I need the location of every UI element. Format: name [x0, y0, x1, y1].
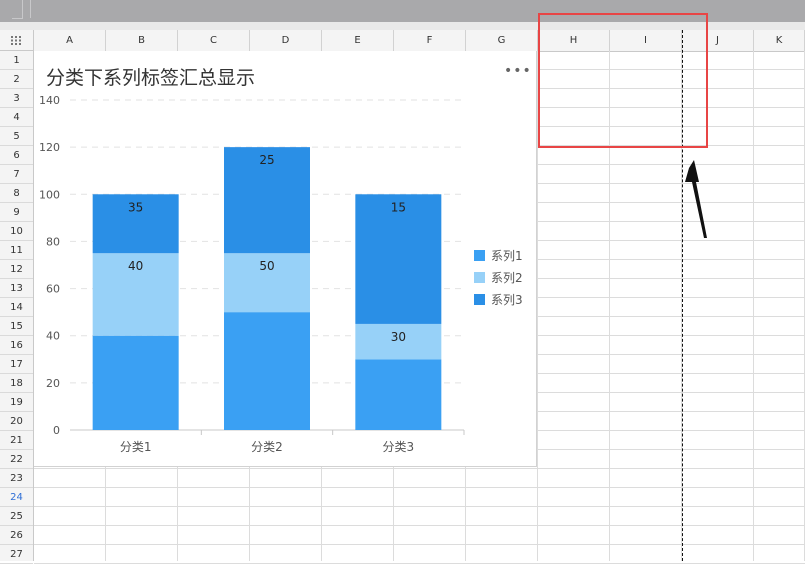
column-header-k[interactable]: K	[754, 30, 805, 51]
row-header-9[interactable]: 9	[0, 203, 33, 222]
legend-swatch	[474, 250, 485, 261]
y-tick-label: 20	[46, 377, 60, 390]
grid-row-line	[34, 487, 805, 488]
toolbar-notch	[12, 0, 23, 19]
y-tick-label: 140	[39, 94, 60, 107]
column-header-c[interactable]: C	[178, 30, 250, 51]
grid-dots-icon	[11, 36, 21, 45]
data-label: 40	[128, 259, 143, 273]
data-label: 30	[391, 330, 406, 344]
y-tick-label: 40	[46, 330, 60, 343]
row-header-16[interactable]: 16	[0, 336, 33, 355]
row-header-27[interactable]: 27	[0, 545, 33, 564]
column-header-d[interactable]: D	[250, 30, 322, 51]
toolbar-notch	[30, 0, 41, 18]
legend-swatch	[474, 272, 485, 283]
legend-label: 系列2	[491, 271, 523, 285]
bar-segment	[92, 335, 179, 430]
data-label: 25	[259, 153, 274, 167]
column-header-e[interactable]: E	[322, 30, 394, 51]
row-header-26[interactable]: 26	[0, 526, 33, 545]
data-label: 35	[128, 200, 143, 214]
annotation-arrow-icon	[685, 160, 707, 238]
y-tick-label: 0	[53, 424, 60, 437]
bar-segment	[355, 359, 442, 430]
y-tick-label: 80	[46, 235, 60, 248]
row-header-25[interactable]: 25	[0, 507, 33, 526]
row-header-10[interactable]: 10	[0, 222, 33, 241]
select-all-corner[interactable]	[0, 30, 34, 51]
row-header-1[interactable]: 1	[0, 51, 33, 70]
row-header-bar: 1 2 3 4 5 6 7 8 9 10 11 12 13 14 15 16 17 18 19 20 21 22 23 24 2…	[0, 51, 34, 564]
row-header-6[interactable]: 6	[0, 146, 33, 165]
annotation-highlight-box	[538, 13, 708, 148]
row-header-23[interactable]: 23	[0, 469, 33, 488]
row-header-21[interactable]: 21	[0, 431, 33, 450]
row-header-19[interactable]: 19	[0, 393, 33, 412]
row-header-20[interactable]: 20	[0, 412, 33, 431]
column-header-a[interactable]: A	[34, 30, 106, 51]
row-header-8[interactable]: 8	[0, 184, 33, 203]
column-header-b[interactable]: B	[106, 30, 178, 51]
y-tick-label: 120	[39, 141, 60, 154]
row-header-13[interactable]: 13	[0, 279, 33, 298]
y-tick-label: 100	[39, 188, 60, 201]
x-tick-label: 分类2	[251, 440, 283, 454]
chart-plot: 0 20 40 60 80 100 120 140 40 35 分类1 50 25 分类2 30 15 分类3 系…	[39, 94, 523, 454]
row-header-3[interactable]: 3	[0, 89, 33, 108]
bar-segment	[224, 312, 310, 430]
row-header-22[interactable]: 22	[0, 450, 33, 469]
grid-row-line	[34, 544, 805, 545]
y-tick-label: 60	[46, 283, 60, 296]
stacked-bar-chart[interactable]: 分类下系列标签汇总显示 ••• 0 20 40 60 80 100 120 140 40 35 分类…	[34, 51, 537, 467]
row-header-24[interactable]: 24	[0, 488, 33, 507]
x-tick-label: 分类3	[383, 440, 415, 454]
column-header-f[interactable]: F	[394, 30, 466, 51]
grid-row-line	[34, 525, 805, 526]
x-tick-label: 分类1	[120, 440, 152, 454]
row-header-2[interactable]: 2	[0, 70, 33, 89]
row-header-4[interactable]: 4	[0, 108, 33, 127]
row-header-11[interactable]: 11	[0, 241, 33, 260]
row-header-7[interactable]: 7	[0, 165, 33, 184]
row-header-12[interactable]: 12	[0, 260, 33, 279]
grid-row-line	[34, 468, 805, 469]
row-header-14[interactable]: 14	[0, 298, 33, 317]
legend-label: 系列1	[491, 249, 523, 263]
row-header-15[interactable]: 15	[0, 317, 33, 336]
grid-row-line	[34, 506, 805, 507]
data-label: 15	[391, 200, 406, 214]
row-header-17[interactable]: 17	[0, 355, 33, 374]
grid-column-line	[753, 51, 754, 561]
data-label: 50	[259, 259, 274, 273]
column-header-g[interactable]: G	[466, 30, 538, 51]
legend-swatch	[474, 294, 485, 305]
row-header-18[interactable]: 18	[0, 374, 33, 393]
legend-label: 系列3	[491, 293, 523, 307]
row-header-5[interactable]: 5	[0, 127, 33, 146]
